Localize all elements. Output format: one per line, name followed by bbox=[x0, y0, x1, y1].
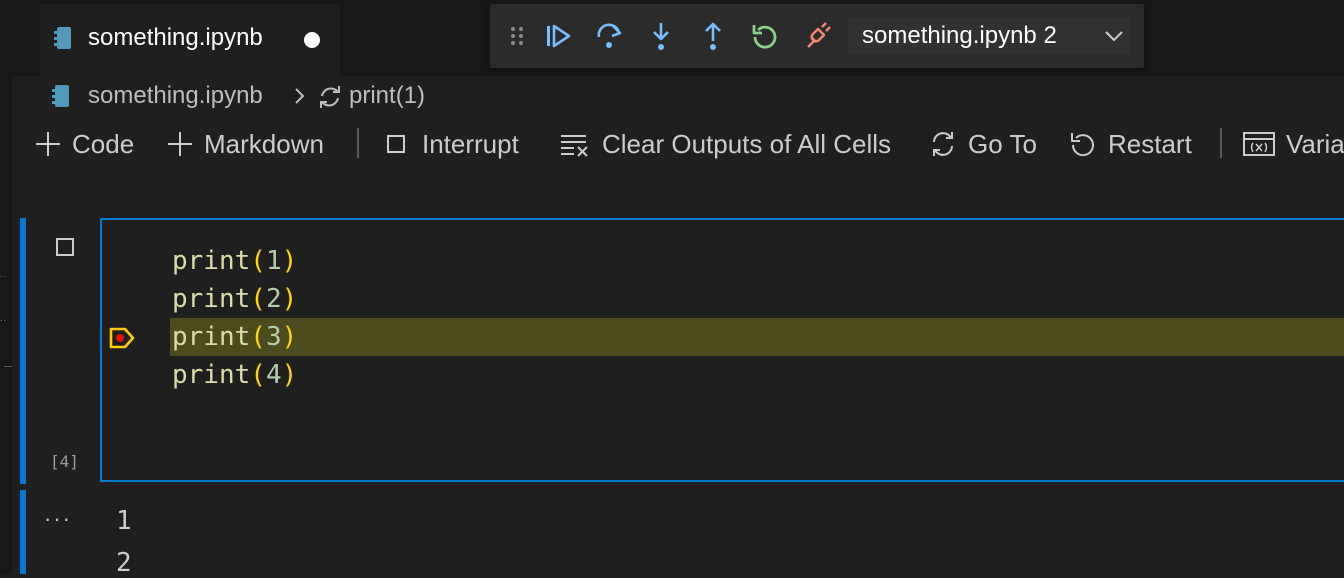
plus-icon bbox=[168, 132, 192, 156]
debug-session-label: something.ipynb 2 bbox=[862, 22, 1057, 49]
execution-count: [4] bbox=[50, 452, 79, 471]
restart-icon bbox=[1071, 133, 1094, 157]
debug-toolbar: something.ipynb 2 bbox=[490, 4, 1144, 68]
toolbar-separator bbox=[357, 128, 359, 158]
clear-outputs-label: Clear Outputs of All Cells bbox=[602, 128, 892, 159]
toolbar-separator bbox=[1220, 128, 1222, 158]
plus-icon bbox=[36, 132, 60, 156]
cell-focus-bar bbox=[20, 218, 26, 484]
clear-outputs-button[interactable]: Clear Outputs of All Cells bbox=[560, 124, 891, 164]
strip-divider bbox=[4, 366, 12, 367]
interrupt-button[interactable]: Interrupt bbox=[386, 124, 519, 164]
clear-all-icon bbox=[561, 135, 588, 157]
step-into-icon[interactable] bbox=[645, 20, 677, 52]
debug-session-select[interactable]: something.ipynb 2 bbox=[848, 17, 1130, 55]
interrupt-label: Interrupt bbox=[422, 128, 519, 159]
disconnect-icon[interactable] bbox=[801, 20, 833, 52]
output-bar bbox=[20, 490, 26, 574]
step-over-icon[interactable] bbox=[593, 20, 625, 52]
gripper-icon[interactable] bbox=[504, 20, 530, 52]
current-line-highlight bbox=[170, 318, 1344, 356]
step-out-icon[interactable] bbox=[697, 20, 729, 52]
strip-more-icon: ·· bbox=[0, 272, 8, 281]
restart-icon[interactable] bbox=[749, 20, 781, 52]
unsaved-dot-icon[interactable] bbox=[304, 32, 320, 48]
add-markdown-label: Markdown bbox=[204, 128, 324, 159]
breadcrumb-symbol[interactable]: print(1) bbox=[349, 82, 425, 110]
variables-button[interactable]: Varia bbox=[1242, 124, 1344, 164]
restart-kernel-button[interactable]: Restart bbox=[1068, 124, 1192, 164]
breakpoint-current-icon[interactable] bbox=[108, 324, 136, 352]
stop-icon bbox=[387, 135, 405, 153]
notebook-icon bbox=[52, 85, 69, 107]
sync-icon bbox=[933, 132, 953, 156]
sync-icon bbox=[320, 86, 340, 108]
chevron-right-icon bbox=[295, 88, 305, 104]
code-editor[interactable]: print(1) print(2) print(3) print(4) bbox=[100, 218, 1344, 482]
cell-stop-icon[interactable] bbox=[56, 238, 74, 256]
code-line: print(1) bbox=[172, 246, 298, 276]
chevron-down-icon bbox=[1105, 31, 1123, 42]
restart-label: Restart bbox=[1108, 128, 1192, 159]
go-to-label: Go To bbox=[968, 128, 1037, 159]
tab-something-ipynb[interactable]: something.ipynb bbox=[40, 4, 340, 76]
strip-warning-icon: ·· bbox=[0, 316, 8, 325]
add-markdown-cell-button[interactable]: Markdown bbox=[166, 124, 324, 164]
go-to-button[interactable]: Go To bbox=[928, 124, 1037, 164]
code-line: print(4) bbox=[172, 360, 298, 390]
add-code-cell-button[interactable]: Code bbox=[34, 124, 134, 164]
variables-label: Varia bbox=[1286, 128, 1344, 159]
notebook-icon bbox=[54, 27, 71, 49]
continue-icon[interactable] bbox=[542, 20, 574, 52]
output-more-icon[interactable]: ··· bbox=[44, 506, 72, 532]
code-line: print(2) bbox=[172, 284, 298, 314]
variable-icon bbox=[1243, 132, 1275, 156]
add-code-label: Code bbox=[72, 128, 135, 159]
code-line-current: print(3) bbox=[172, 322, 298, 352]
output-line: 1 bbox=[116, 506, 132, 536]
tab-label: something.ipynb bbox=[88, 24, 263, 51]
breadcrumb-file[interactable]: something.ipynb bbox=[88, 82, 263, 110]
